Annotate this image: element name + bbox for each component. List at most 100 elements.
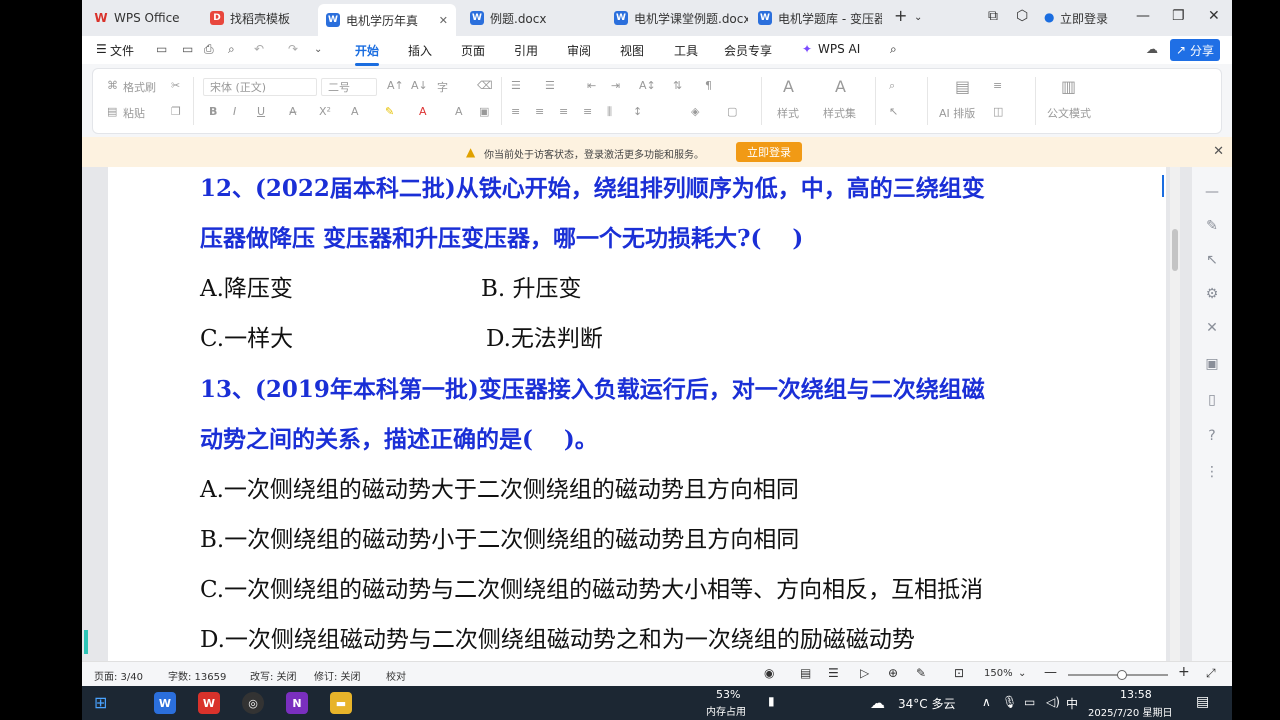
tab-history-exams[interactable]: W 电机学历年真 ✕ <box>318 4 456 36</box>
menu-file[interactable]: 文件 <box>110 42 134 59</box>
ai-layout-icon[interactable]: ▤ <box>955 77 970 96</box>
char-border-icon[interactable]: ▣ <box>479 105 489 118</box>
scroll-thumb[interactable] <box>1172 229 1178 271</box>
undo-icon[interactable]: ↶ <box>254 42 264 56</box>
vertical-scrollbar[interactable] <box>1170 167 1180 661</box>
chevron-down-icon[interactable]: ⌄ <box>314 44 322 55</box>
save-icon[interactable]: ▭ <box>156 42 167 56</box>
pen-icon[interactable]: ✎ <box>1203 217 1221 235</box>
superscript-icon[interactable]: X² <box>319 105 331 118</box>
window-layout-icon[interactable]: ⧉ <box>988 8 998 24</box>
wps-app-icon[interactable]: W <box>198 692 220 714</box>
page-indicator[interactable]: 页面: 3/40 <box>94 668 143 683</box>
styles-icon[interactable]: A <box>783 77 794 96</box>
find-icon[interactable]: ⌕ <box>889 79 895 93</box>
menu-home[interactable]: 开始 <box>355 42 380 66</box>
increase-indent-icon[interactable]: ⇥ <box>611 79 620 92</box>
location-pin-icon[interactable]: ⚲ <box>1162 175 1166 197</box>
cloud-sync-icon[interactable]: ☁ <box>1146 42 1158 56</box>
shading-icon[interactable]: ◈ <box>691 105 699 118</box>
phonetic-icon[interactable]: 字 <box>437 79 448 95</box>
format-painter-button[interactable]: 格式刷 <box>123 79 156 95</box>
align-center-icon[interactable]: ≡ <box>535 105 544 118</box>
word-app-icon[interactable]: W <box>154 692 176 714</box>
notification-icon[interactable]: ▤ <box>1196 694 1209 710</box>
style-set-button[interactable]: 样式集 <box>823 105 856 121</box>
menu-insert[interactable]: 插入 <box>408 42 432 59</box>
network-icon[interactable]: ▭ <box>1024 695 1035 709</box>
styles-button[interactable]: 样式 <box>777 105 799 121</box>
windows-start-icon[interactable]: ⊞ <box>94 693 107 712</box>
menu-wps-ai[interactable]: WPS AI <box>818 42 860 56</box>
style-set-icon[interactable]: A <box>835 77 846 96</box>
text-direction-icon[interactable]: A↕ <box>639 79 656 92</box>
close-window-icon[interactable]: ✕ <box>1208 8 1220 24</box>
web-view-icon[interactable]: ⊕ <box>888 666 898 680</box>
revision-status[interactable]: 修订: 关闭 <box>314 668 361 683</box>
align-right-icon[interactable]: ≡ <box>559 105 568 118</box>
underline-icon[interactable]: U <box>257 105 265 118</box>
tab-question-bank[interactable]: W 电机学题库 - 变压器 <box>750 4 882 32</box>
maximize-icon[interactable]: ❐ <box>1172 8 1185 24</box>
tab-class-examples[interactable]: W 电机学课堂例题.docx <box>606 4 748 32</box>
text-effect-icon[interactable]: A <box>351 105 359 118</box>
minimize-icon[interactable]: — <box>1136 8 1150 24</box>
eye-icon[interactable]: ◉ <box>764 666 774 680</box>
ime-indicator[interactable]: 中 <box>1066 695 1078 712</box>
sort-icon[interactable]: ⇅ <box>673 79 682 92</box>
fullscreen-icon[interactable]: ⤢ <box>1206 666 1216 681</box>
file-explorer-icon[interactable]: ▬ <box>330 692 352 714</box>
export-icon[interactable]: ▭ <box>182 42 193 56</box>
numbered-list-icon[interactable]: ☰ <box>545 79 555 92</box>
format-painter-icon[interactable]: ⌘ <box>107 79 118 92</box>
image-edit-icon[interactable]: ▣ <box>1203 355 1221 373</box>
justify-icon[interactable]: ≡ <box>583 105 592 118</box>
bullet-list-icon[interactable]: ☰ <box>511 79 521 92</box>
collapse-icon[interactable]: — <box>1203 183 1221 201</box>
clock-time[interactable]: 13:58 <box>1120 688 1152 701</box>
cut-icon[interactable]: ✂ <box>171 79 180 92</box>
paste-button[interactable]: 粘贴 <box>123 105 145 121</box>
align-left-icon[interactable]: ≡ <box>511 105 520 118</box>
document-page[interactable]: 12、(2022届本科二批)从铁心开始，绕组排列顺序为低，中，高的三绕组变 压器… <box>108 167 1166 661</box>
font-color-icon[interactable]: A <box>419 105 427 118</box>
volume-icon[interactable]: ◁) <box>1046 695 1060 709</box>
zoom-in-icon[interactable]: + <box>1178 664 1190 680</box>
italic-icon[interactable]: I <box>233 105 236 118</box>
fit-page-icon[interactable]: ⊡ <box>954 666 964 680</box>
menu-tools[interactable]: 工具 <box>674 42 698 59</box>
menu-review[interactable]: 审阅 <box>567 42 591 59</box>
copy-icon[interactable]: ❐ <box>171 105 181 118</box>
border-icon[interactable]: ▢ <box>727 105 737 118</box>
paste-icon[interactable]: ▤ <box>107 105 117 118</box>
share-button[interactable]: ↗ 分享 <box>1170 39 1220 61</box>
close-notice-icon[interactable]: ✕ <box>1213 144 1224 159</box>
zoom-out-icon[interactable]: — <box>1044 665 1057 680</box>
distribute-icon[interactable]: ⫼ <box>607 105 612 119</box>
print-preview-icon[interactable]: ⌕ <box>228 42 235 57</box>
page-view-icon[interactable]: ▤ <box>800 666 811 680</box>
chevron-down-icon[interactable]: ⌄ <box>914 12 922 23</box>
doc-mode-icon[interactable]: ▥ <box>1061 77 1076 96</box>
clear-format-icon[interactable]: ⌫ <box>477 79 493 92</box>
highlight-icon[interactable]: ✎ <box>385 105 394 118</box>
font-family-select[interactable]: 宋体 (正文) <box>203 78 317 96</box>
word-count[interactable]: 字数: 13659 <box>168 668 226 683</box>
obs-app-icon[interactable]: ◎ <box>242 692 264 714</box>
tab-wps-office[interactable]: W WPS Office <box>86 4 196 32</box>
outline-view-icon[interactable]: ☰ <box>828 666 839 680</box>
redo-icon[interactable]: ↷ <box>288 42 298 56</box>
shrink-font-icon[interactable]: A↓ <box>411 79 428 92</box>
text-tools-icon[interactable]: ≡ <box>993 79 1002 92</box>
new-tab-button[interactable]: + <box>894 6 907 25</box>
weather-cloud-icon[interactable]: ☁ <box>870 694 885 712</box>
weather-text[interactable]: 34°C 多云 <box>898 695 955 712</box>
tab-close-icon[interactable]: ✕ <box>439 14 448 27</box>
microphone-icon[interactable]: 🎙 <box>1002 695 1017 709</box>
hamburger-icon[interactable]: ☰ <box>96 42 107 56</box>
login-link[interactable]: 立即登录 <box>1060 10 1108 27</box>
doc-mode-button[interactable]: 公文模式 <box>1047 105 1091 121</box>
line-spacing-icon[interactable]: ↕ <box>633 105 642 118</box>
chevron-down-icon[interactable]: ⌄ <box>1018 668 1026 679</box>
overwrite-status[interactable]: 改写: 关闭 <box>250 668 297 683</box>
